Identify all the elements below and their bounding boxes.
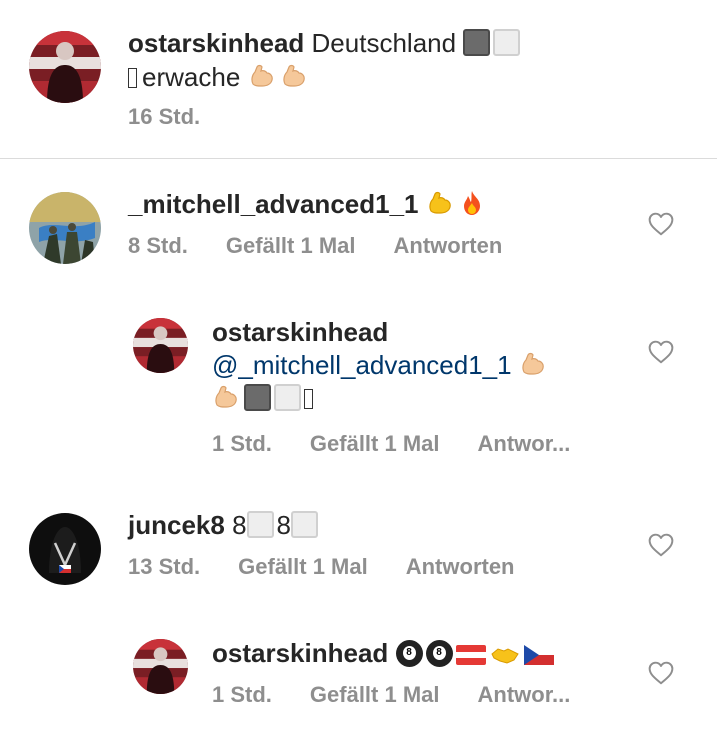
unsupported-glyph-icon [128, 68, 137, 88]
white-square-emoji [246, 511, 274, 538]
comment-username[interactable]: juncek8 [128, 510, 225, 540]
comment-text: 8 [276, 510, 291, 540]
reply-button[interactable]: Antwor... [478, 682, 571, 707]
avatar[interactable] [133, 639, 188, 694]
heart-icon[interactable] [648, 533, 674, 557]
heart-icon[interactable] [648, 212, 674, 236]
pool-8-ball-icon [395, 640, 423, 667]
heart-icon[interactable] [648, 340, 674, 364]
comment-time: 8 Std. [128, 233, 188, 258]
avatar[interactable] [29, 513, 101, 585]
reply-button[interactable]: Antwor... [478, 431, 571, 456]
like-count-link[interactable]: Gefällt 1 Mal [310, 682, 440, 707]
mention-link[interactable]: @_mitchell_advanced1_1 [212, 350, 512, 380]
avatar[interactable] [133, 318, 188, 373]
reply-button[interactable]: Antworten [406, 554, 515, 579]
black-square-emoji [463, 29, 491, 56]
white-square-emoji [291, 511, 318, 538]
flexed-biceps-icon [212, 383, 240, 411]
like-count-link[interactable]: Gefällt 1 Mal [238, 554, 368, 579]
pool-8-ball-icon [425, 640, 453, 667]
heart-icon[interactable] [648, 661, 674, 685]
white-square-emoji [493, 29, 521, 56]
comment-username[interactable]: ostarskinhead [212, 317, 388, 347]
black-square-emoji [244, 384, 271, 411]
flexed-biceps-icon [280, 62, 308, 90]
comment-time: 13 Std. [128, 554, 201, 579]
reply-button[interactable]: Antworten [394, 233, 503, 258]
unsupported-glyph-icon [304, 389, 313, 409]
comment-username[interactable]: ostarskinhead [212, 638, 388, 668]
avatar[interactable] [29, 192, 101, 264]
white-square-emoji [274, 384, 301, 411]
comment-username[interactable]: ostarskinhead [128, 28, 304, 58]
avatar[interactable] [29, 31, 101, 103]
comment-text: 8 [232, 510, 247, 540]
flexed-biceps-icon [426, 189, 454, 217]
comment-text: Deutschland [311, 28, 457, 58]
handshake-icon [490, 644, 520, 666]
flexed-biceps-icon [248, 62, 276, 90]
flexed-biceps-icon [519, 350, 547, 378]
comment-username[interactable]: _mitchell_advanced1_1 [128, 189, 419, 219]
like-count-link[interactable]: Gefällt 1 Mal [226, 233, 356, 258]
comment-text: erwache [142, 62, 241, 92]
divider [0, 158, 717, 159]
flag-czechia-icon [524, 644, 554, 666]
fire-icon [458, 189, 486, 217]
comment-time: 16 Std. [128, 104, 201, 129]
comment-time: 1 Std. [212, 682, 272, 707]
like-count-link[interactable]: Gefällt 1 Mal [310, 431, 440, 456]
comment-time: 1 Std. [212, 431, 272, 456]
flag-austria-icon [456, 644, 486, 666]
